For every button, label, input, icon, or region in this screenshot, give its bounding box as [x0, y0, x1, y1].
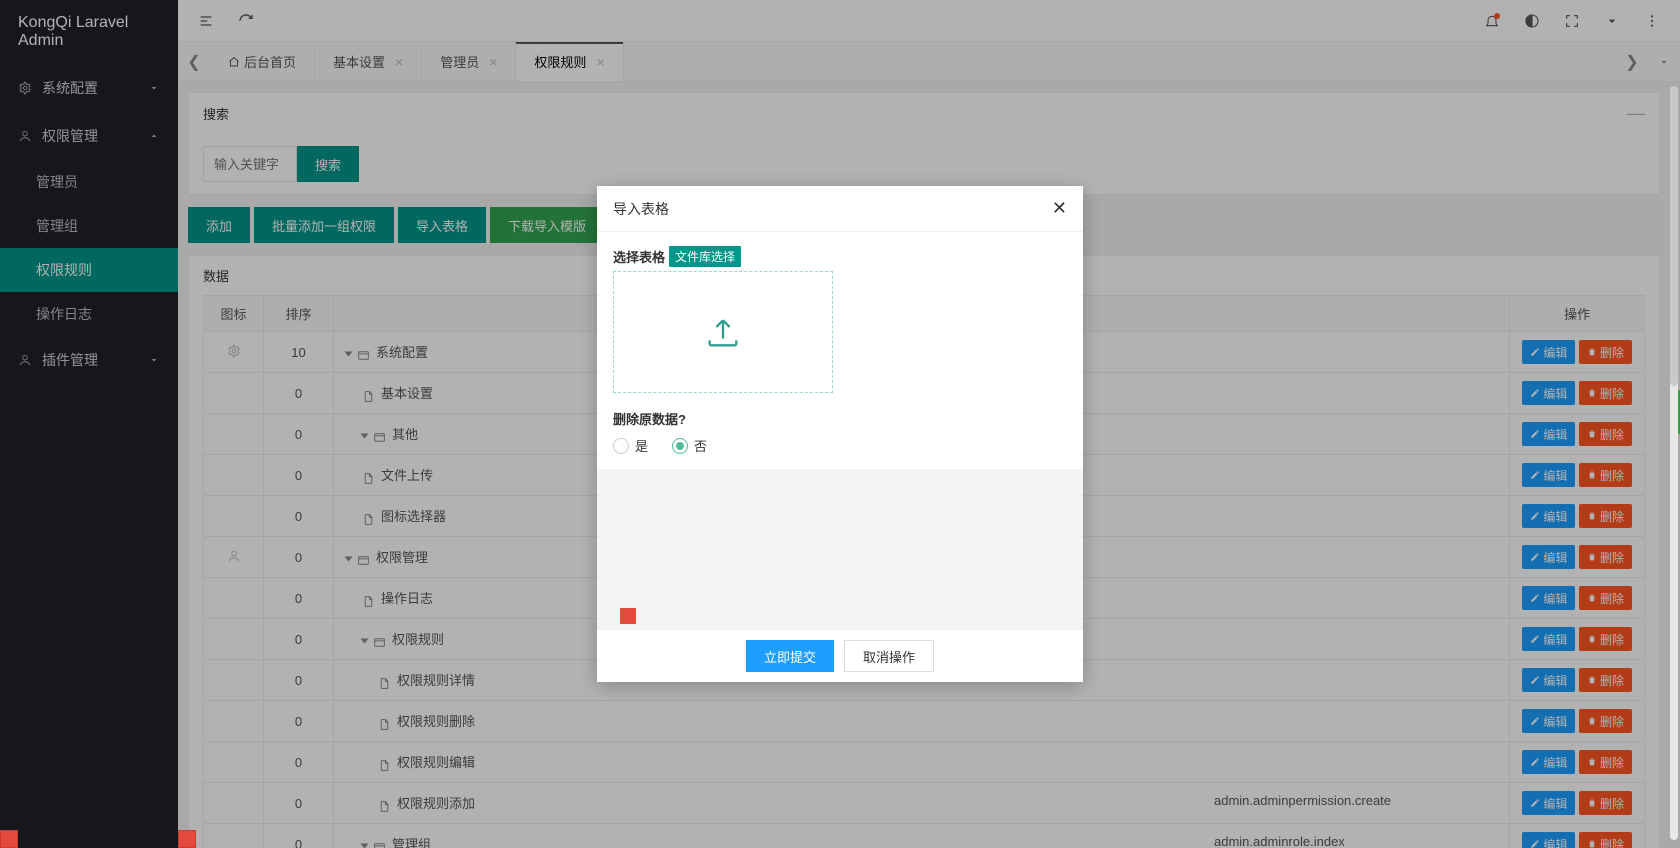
radio-yes-label: 是 [635, 436, 648, 455]
corner-badge-icon [178, 830, 196, 848]
modal-close-button[interactable]: ✕ [1052, 198, 1067, 219]
modal-title: 导入表格 [613, 199, 669, 219]
radio-yes[interactable]: 是 [613, 436, 648, 455]
scrollbar-thumb[interactable] [1670, 86, 1678, 386]
modal-cancel-button[interactable]: 取消操作 [844, 640, 934, 672]
scrollbar[interactable] [1670, 86, 1678, 840]
upload-dropzone[interactable] [613, 271, 833, 393]
delete-question-label: 删除原数据? [613, 409, 1067, 428]
upload-icon [703, 312, 743, 352]
modal-overlay[interactable]: 导入表格 ✕ 选择表格 文件库选择 删除原数据? 是 否 立即提交 取消操作 [0, 0, 1680, 848]
file-library-button[interactable]: 文件库选择 [669, 246, 741, 267]
radio-no-label: 否 [694, 436, 707, 455]
modal-submit-button[interactable]: 立即提交 [746, 640, 834, 672]
select-file-label: 选择表格 [613, 247, 665, 266]
corner-badge-icon [0, 830, 18, 848]
import-modal: 导入表格 ✕ 选择表格 文件库选择 删除原数据? 是 否 立即提交 取消操作 [597, 186, 1083, 682]
radio-no[interactable]: 否 [672, 436, 707, 455]
overlay-corner-icon [620, 608, 636, 624]
